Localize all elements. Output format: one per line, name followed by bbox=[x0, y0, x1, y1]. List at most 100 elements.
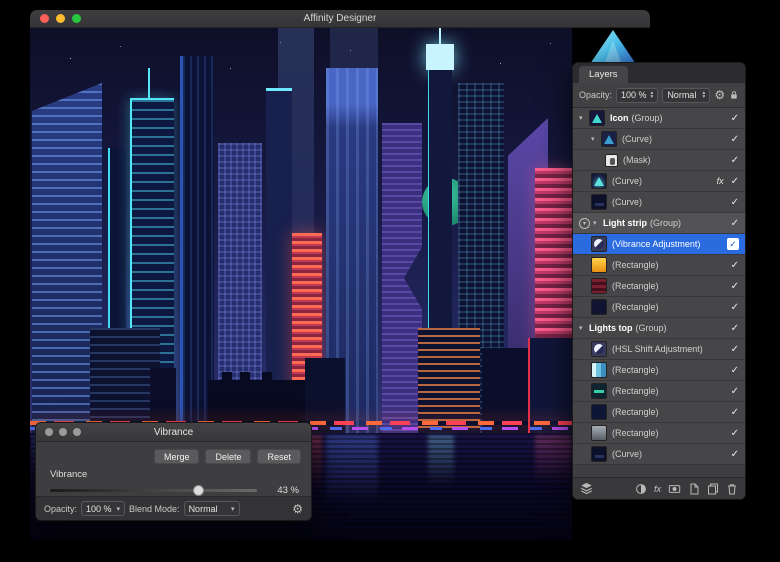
opacity-dropdown[interactable]: 100 % ▴ ▾ bbox=[616, 87, 659, 103]
blend-mode-label: Blend Mode: bbox=[129, 503, 180, 514]
layer-label: (Rectangle) bbox=[612, 407, 659, 417]
duplicate-icon[interactable] bbox=[707, 483, 719, 495]
layer-label: (Rectangle) bbox=[612, 365, 659, 375]
visibility-check-icon[interactable]: ✓ bbox=[731, 155, 739, 166]
layer-row-rectangle[interactable]: (Rectangle) ✓ bbox=[573, 255, 745, 276]
dialog-titlebar[interactable]: Vibrance bbox=[36, 423, 311, 442]
slider-track[interactable] bbox=[50, 485, 257, 496]
disclosure-icon[interactable]: ▾ bbox=[593, 219, 603, 227]
layer-row-lights-top-group[interactable]: ▾ Lights top (Group) ✓ bbox=[573, 318, 745, 339]
layer-label: (Rectangle) bbox=[612, 302, 659, 312]
delete-button[interactable]: Delete bbox=[205, 449, 252, 464]
building bbox=[180, 56, 214, 433]
layers-list: ▾ Icon (Group) ✓ ▾ (Curve) ✓ (Mask) ✓ (Cu… bbox=[573, 108, 745, 477]
layer-thumbnail bbox=[589, 110, 605, 126]
opacity-label: Opacity: bbox=[579, 90, 613, 100]
mask-icon[interactable] bbox=[668, 483, 681, 495]
layer-row-rectangle[interactable]: (Rectangle) ✓ bbox=[573, 423, 745, 444]
vibrance-slider-label: Vibrance bbox=[50, 469, 88, 480]
layer-row-rectangle[interactable]: (Rectangle) ✓ bbox=[573, 381, 745, 402]
layer-thumbnail bbox=[591, 299, 607, 315]
layer-row-rectangle[interactable]: (Rectangle) ✓ bbox=[573, 276, 745, 297]
disclosure-icon[interactable]: ▾ bbox=[579, 114, 589, 122]
tab-layers[interactable]: Layers bbox=[579, 66, 628, 83]
visibility-check-icon[interactable]: ✓ bbox=[731, 197, 739, 208]
layer-row-curve[interactable]: (Curve) ✓ bbox=[573, 444, 745, 465]
layer-row-light-strip-group[interactable]: ▾ ▾ Light strip (Group) ✓ bbox=[573, 213, 745, 234]
blend-mode-value: Normal bbox=[667, 90, 697, 100]
layer-thumbnail bbox=[591, 404, 607, 420]
vibrance-slider: 43 % bbox=[50, 485, 299, 496]
opacity-dropdown[interactable]: 100 % ▾ bbox=[81, 501, 126, 516]
layer-label: (Curve) bbox=[622, 134, 653, 144]
opacity-value: 100 % bbox=[621, 90, 647, 100]
merge-button[interactable]: Merge bbox=[153, 449, 200, 464]
layer-thumbnail bbox=[591, 383, 607, 399]
layer-row-hsl-adjustment[interactable]: (HSL Shift Adjustment) ✓ bbox=[573, 339, 745, 360]
opacity-label: Opacity: bbox=[44, 503, 78, 514]
adjustment-icon[interactable] bbox=[635, 483, 647, 495]
layer-row-curve[interactable]: (Curve) ✓ bbox=[573, 192, 745, 213]
trash-icon[interactable] bbox=[726, 483, 738, 495]
layer-row-curve-fx[interactable]: (Curve) fx ✓ bbox=[573, 171, 745, 192]
visibility-check-icon[interactable]: ✓ bbox=[731, 134, 739, 145]
layer-row-vibrance-adjustment[interactable]: (Vibrance Adjustment) ✓ bbox=[573, 234, 745, 255]
visibility-check-icon[interactable]: ✓ bbox=[727, 238, 739, 250]
slider-thumb[interactable] bbox=[193, 485, 204, 496]
visibility-check-icon[interactable]: ✓ bbox=[731, 113, 739, 124]
layer-label: (Mask) bbox=[623, 155, 651, 165]
layer-thumbnail bbox=[591, 446, 607, 462]
layer-thumbnail bbox=[591, 236, 607, 252]
disclosure-icon[interactable]: ▾ bbox=[579, 324, 589, 332]
layer-row-mask[interactable]: (Mask) ✓ bbox=[573, 150, 745, 171]
blend-mode-dropdown[interactable]: Normal ▴ ▾ bbox=[662, 87, 711, 103]
building bbox=[528, 338, 572, 433]
slider-value: 43 % bbox=[277, 485, 299, 496]
lock-icon[interactable] bbox=[729, 89, 739, 101]
visibility-check-icon[interactable]: ✓ bbox=[731, 407, 739, 418]
building bbox=[418, 328, 480, 433]
fx-icon[interactable]: fx bbox=[717, 176, 724, 186]
layer-label: (Rectangle) bbox=[612, 386, 659, 396]
visibility-check-icon[interactable]: ✓ bbox=[731, 428, 739, 439]
blend-mode-dropdown[interactable]: Normal ▾ bbox=[183, 501, 240, 516]
layer-stack-icon[interactable] bbox=[580, 482, 593, 495]
edit-inside-icon[interactable]: ▾ bbox=[579, 217, 590, 229]
visibility-check-icon[interactable]: ✓ bbox=[731, 323, 739, 334]
visibility-check-icon[interactable]: ✓ bbox=[731, 281, 739, 292]
layer-label: Icon (Group) bbox=[610, 113, 663, 123]
visibility-check-icon[interactable]: ✓ bbox=[731, 365, 739, 376]
layer-row-rectangle[interactable]: (Rectangle) ✓ bbox=[573, 297, 745, 318]
new-layer-icon[interactable] bbox=[688, 483, 700, 495]
visibility-check-icon[interactable]: ✓ bbox=[731, 176, 739, 187]
disclosure-icon[interactable]: ▾ bbox=[591, 135, 601, 143]
layers-panel-header: Layers bbox=[573, 63, 745, 83]
visibility-check-icon[interactable]: ✓ bbox=[731, 386, 739, 397]
window-titlebar[interactable]: Affinity Designer bbox=[30, 10, 650, 28]
stepper-icon: ▴ ▾ bbox=[650, 90, 654, 100]
reset-button[interactable]: Reset bbox=[257, 449, 301, 464]
layer-thumbnail bbox=[591, 257, 607, 273]
window-title: Affinity Designer bbox=[303, 13, 377, 24]
layers-panel: Layers Opacity: 100 % ▴ ▾ Normal ▴ ▾ ⚙ ▾ I… bbox=[572, 62, 746, 500]
layer-row-rectangle[interactable]: (Rectangle) ✓ bbox=[573, 402, 745, 423]
dialog-buttons: Merge Delete Reset bbox=[36, 442, 311, 464]
stars bbox=[30, 28, 31, 29]
antenna bbox=[439, 28, 441, 44]
visibility-check-icon[interactable]: ✓ bbox=[731, 344, 739, 355]
visibility-check-icon[interactable]: ✓ bbox=[731, 449, 739, 460]
antenna bbox=[148, 68, 150, 98]
layers-panel-toolbar: fx bbox=[573, 477, 745, 499]
visibility-check-icon[interactable]: ✓ bbox=[731, 302, 739, 313]
layer-thumbnail bbox=[591, 173, 607, 189]
stepper-icon: ▴ ▾ bbox=[702, 90, 706, 100]
gear-icon[interactable]: ⚙ bbox=[714, 89, 725, 101]
gear-icon[interactable]: ⚙ bbox=[292, 503, 303, 515]
layer-row-curve[interactable]: ▾ (Curve) ✓ bbox=[573, 129, 745, 150]
layer-row-rectangle[interactable]: (Rectangle) ✓ bbox=[573, 360, 745, 381]
fx-icon[interactable]: fx bbox=[654, 484, 661, 494]
visibility-check-icon[interactable]: ✓ bbox=[731, 260, 739, 271]
building-cap bbox=[426, 44, 454, 70]
layer-row-icon-group[interactable]: ▾ Icon (Group) ✓ bbox=[573, 108, 745, 129]
visibility-check-icon[interactable]: ✓ bbox=[731, 218, 739, 229]
